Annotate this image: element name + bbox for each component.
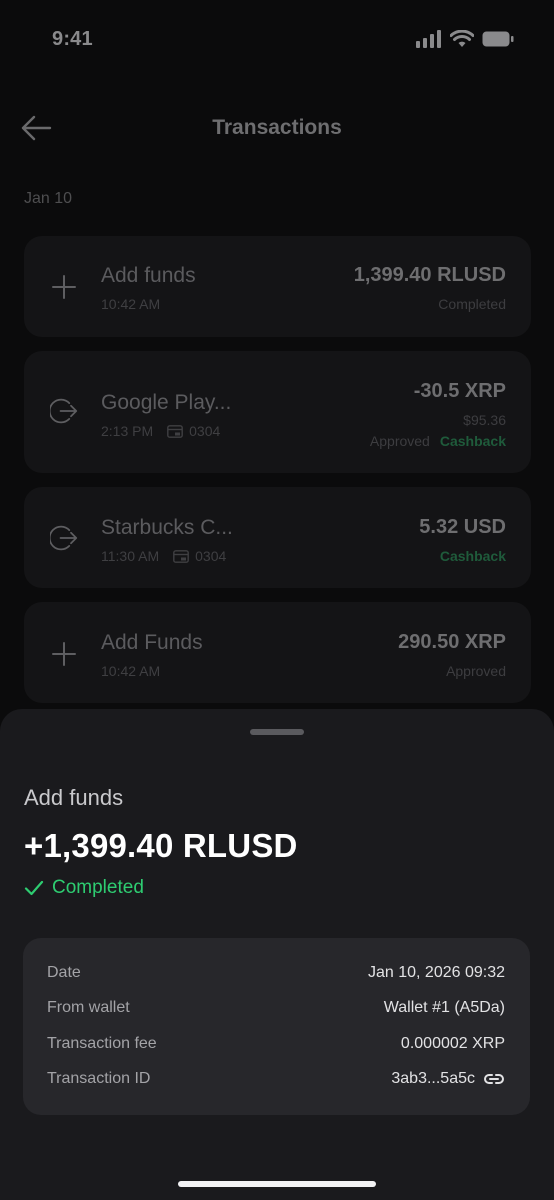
status-text: Completed [52, 877, 144, 898]
detail-key: Date [47, 964, 81, 981]
transaction-amount: 5.32 USD [419, 516, 506, 538]
transaction-card[interactable]: Add Funds 10:42 AM 290.50 XRP Approved [24, 602, 531, 703]
card-icon [173, 549, 190, 563]
detail-key: Transaction fee [47, 1035, 157, 1052]
battery-icon [482, 31, 514, 47]
cashback-badge: Cashback [439, 433, 506, 449]
card-last-digits: 0304 [189, 423, 221, 439]
transaction-card[interactable]: Google Play... 2:13 PM 0304 -30.5 XRP $9… [24, 351, 531, 473]
detail-row-txid: Transaction ID 3ab3...5a5c [47, 1068, 505, 1090]
checkmark-icon [24, 880, 44, 896]
sheet-drag-handle[interactable] [250, 729, 304, 735]
detail-key: Transaction ID [47, 1070, 151, 1087]
detail-row-fee: Transaction fee 0.000002 XRP [47, 1033, 505, 1055]
link-icon[interactable] [483, 1072, 505, 1086]
signal-icon [416, 30, 441, 48]
sheet-title: Add funds [24, 785, 124, 810]
status-badge: Completed [24, 877, 144, 899]
transaction-time: 11:30 AM [101, 548, 160, 564]
transaction-time: 10:42 AM [101, 296, 161, 312]
outgoing-icon [50, 397, 78, 425]
transaction-card[interactable]: Add funds 10:42 AM 1,399.40 RLUSD Comple… [24, 236, 531, 337]
transaction-time-row: 10:42 AM [101, 663, 160, 679]
transaction-time-row: 10:42 AM [101, 296, 160, 312]
transaction-time-row: 11:30 AM 0304 [101, 548, 226, 564]
transaction-name: Starbucks C... [101, 516, 233, 539]
transaction-status-row: Cashback [430, 548, 506, 564]
transaction-time: 2:13 PM [101, 423, 154, 439]
detail-value: Wallet #1 (A5Da) [383, 999, 505, 1016]
detail-row-date: Date Jan 10, 2026 09:32 [47, 962, 505, 984]
transaction-amount: 1,399.40 RLUSD [353, 264, 506, 286]
transaction-name: Add funds [101, 264, 196, 287]
status-bar: 9:41 [0, 0, 554, 80]
home-indicator [178, 1181, 376, 1187]
transaction-status-row: Approved Cashback [370, 433, 506, 449]
status-icons [416, 30, 514, 48]
transaction-fiat-value: $95.36 [463, 412, 506, 428]
transaction-time-row: 2:13 PM 0304 [101, 423, 220, 439]
outgoing-icon [50, 524, 78, 552]
transactions-screen: 9:41 Transactions Jan 10 Add funds 10:42… [0, 0, 554, 1200]
transaction-status: Approved [446, 663, 506, 679]
detail-value: Jan 10, 2026 09:32 [367, 964, 505, 981]
detail-key: From wallet [47, 999, 130, 1016]
plus-icon [50, 640, 78, 668]
page-title: Transactions [212, 116, 342, 139]
detail-value: 0.000002 XRP [400, 1035, 505, 1052]
transaction-name: Google Play... [101, 391, 232, 414]
sheet-amount: +1,399.40 RLUSD [24, 827, 298, 864]
cashback-badge: Cashback [439, 548, 506, 564]
transaction-detail-sheet: Add funds +1,399.40 RLUSD Completed Date… [0, 709, 554, 1200]
date-group-label: Jan 10 [24, 190, 73, 207]
status-time: 9:41 [52, 28, 93, 50]
transaction-time: 10:42 AM [101, 663, 161, 679]
transaction-amount: 290.50 XRP [398, 631, 506, 653]
transaction-name: Add Funds [101, 631, 203, 654]
detail-row-wallet: From wallet Wallet #1 (A5Da) [47, 997, 505, 1019]
transaction-details-card: Date Jan 10, 2026 09:32 From wallet Wall… [23, 938, 530, 1115]
wifi-icon [450, 30, 474, 47]
transaction-card[interactable]: Starbucks C... 11:30 AM 0304 5.32 USD Ca… [24, 487, 531, 588]
transaction-id-link[interactable]: 3ab3...5a5c [391, 1070, 505, 1088]
transaction-amount: -30.5 XRP [413, 380, 506, 402]
transaction-status: Approved [369, 433, 430, 449]
card-last-digits: 0304 [195, 548, 227, 564]
card-icon [167, 424, 184, 438]
detail-value: 3ab3...5a5c [391, 1070, 475, 1087]
plus-icon [50, 273, 78, 301]
transaction-status: Completed [438, 296, 506, 312]
